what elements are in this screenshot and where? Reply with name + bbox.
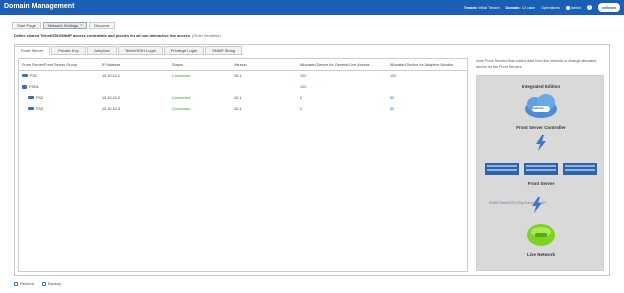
user-name: admin (570, 5, 581, 10)
lightning-icon (532, 197, 542, 213)
app-title: Domain Management (4, 3, 75, 10)
netbrain-logo: netbrain (598, 3, 620, 12)
server-cell: FS1 (18, 70, 98, 81)
backup-icon (42, 281, 47, 286)
server-group-icon (22, 84, 27, 89)
tab-label: Start Page (17, 23, 36, 28)
tab-jumpbox[interactable]: Jumpbox (86, 46, 117, 55)
help-icon[interactable]: ? (587, 5, 592, 10)
general-live-access-cell[interactable]: 100 (296, 70, 386, 81)
adaptive-monitor-cell[interactable]: 50 (386, 92, 468, 103)
tab-privilege-login[interactable]: Privilege Login (163, 46, 205, 55)
table-row[interactable]: FS2 10.10.10.2 Connected 10.1 0 50 (18, 92, 468, 103)
server-name: FSG1 (29, 84, 39, 89)
server-rack-icon (485, 163, 597, 175)
cloud-logo-text: netbrain (532, 106, 544, 110)
table-row[interactable]: FSG1 100 (18, 81, 468, 92)
backup-label: Backup (48, 281, 62, 286)
live-network-label: Live Network (526, 252, 555, 257)
lightning-icon (536, 135, 546, 151)
version-cell: 10.1 (234, 95, 242, 100)
general-live-access-cell[interactable]: 0 (296, 92, 386, 103)
server-name: FS2 (36, 95, 43, 100)
header-right: Tenant: Initial Tenant Domain: 12 case O… (464, 0, 620, 15)
table-row[interactable]: FS3 10.10.10.3 Connected 10.1 0 50 (18, 103, 468, 114)
operations-link[interactable]: Operations (541, 6, 560, 10)
front-server-label: Front Server (527, 181, 555, 186)
tab-snmp-string[interactable]: SNMP String (205, 46, 243, 55)
backup-button[interactable]: Backup (42, 281, 61, 286)
controller-label: Front Server Controller (516, 125, 566, 130)
description-text: Define shared Telnet/SSH/SNMP access cre… (14, 34, 191, 38)
tab-telnet-ssh-login[interactable]: Telnet/SSH Login (117, 46, 163, 55)
adaptive-monitor-cell[interactable]: 50 (386, 103, 468, 114)
server-name: FS3 (36, 106, 43, 111)
version-cell: 10.1 (234, 73, 242, 78)
ip-cell: 10.10.10.3 (102, 106, 120, 111)
ip-cell (98, 81, 168, 92)
ip-cell: 10.10.10.1 (102, 73, 120, 78)
column-header[interactable]: Front Server/Front Server Group (18, 60, 98, 71)
tenant-value: Initial Tenant (478, 5, 500, 10)
server-icon (28, 96, 34, 99)
architecture-diagram: Integrated Edition netbrain Front Server… (476, 75, 604, 271)
adaptive-monitor-cell[interactable]: 100 (386, 70, 468, 81)
close-icon[interactable]: × (80, 23, 82, 28)
table-header-row: Front Server/Front Server Group IP Addre… (18, 60, 468, 71)
server-name: FS1 (30, 73, 37, 78)
tab-label: Network Settings (47, 23, 79, 28)
adaptive-monitor-cell[interactable] (386, 81, 468, 92)
status-cell: Connected (172, 73, 191, 78)
tenant-label: Tenant: (463, 5, 478, 10)
top-bar: Domain Management Tenant: Initial Tenant… (0, 0, 624, 15)
user-menu[interactable]: admin (565, 5, 581, 10)
page-tabs: Start Page Network Settings × Discover (12, 22, 115, 29)
status-cell: Connected (172, 106, 191, 111)
tab-private-key[interactable]: Private Key (51, 46, 86, 55)
user-icon (565, 5, 570, 10)
server-cell: FS3 (18, 103, 98, 114)
general-live-access-cell[interactable]: 0 (296, 103, 386, 114)
tab-network-settings[interactable]: Network Settings × (42, 22, 88, 29)
column-header[interactable]: Status (168, 60, 230, 71)
front-server-table: Front Server/Front Server Group IP Addre… (18, 60, 468, 114)
tab-discover[interactable]: Discover (89, 22, 115, 29)
server-icon (28, 107, 34, 110)
version-cell (230, 81, 296, 92)
diagram-intro: View Front Servers that collect data fro… (476, 59, 597, 69)
column-header[interactable]: IP Address (98, 60, 168, 71)
server-cell: FSG1 (18, 81, 98, 92)
table-row[interactable]: FS1 10.10.10.1 Connected 10.1 100 100 (18, 70, 468, 81)
column-header[interactable]: Version (230, 60, 296, 71)
tab-front-server[interactable]: Front Server (14, 46, 51, 55)
live-network-icon (527, 224, 555, 246)
column-header[interactable]: Allocated Device for Adaptive Monitor (386, 60, 468, 71)
status-cell (168, 81, 230, 92)
description-note: (Order Sensitive) (191, 34, 221, 38)
edition-label: Integrated Edition (521, 84, 561, 89)
restore-button[interactable]: Restore (14, 281, 34, 286)
tab-label: Discover (94, 23, 110, 28)
page-description: Define shared Telnet/SSH/SNMP access cre… (14, 34, 221, 38)
status-cell: Connected (172, 95, 191, 100)
general-live-access-cell[interactable]: 100 (296, 81, 386, 92)
column-header[interactable]: Allocated Device for General Live Access (296, 60, 386, 71)
tenant-info[interactable]: Tenant: Initial Tenant (464, 6, 500, 10)
ip-cell: 10.10.10.2 (102, 95, 120, 100)
domain-info[interactable]: Domain: 12 case (506, 6, 536, 10)
tab-start-page[interactable]: Start Page (12, 22, 41, 29)
server-cell: FS2 (18, 92, 98, 103)
domain-value: 12 case (521, 5, 536, 10)
version-cell: 10.1 (234, 106, 242, 111)
footer-actions: Restore Backup (14, 281, 61, 286)
domain-label: Domain: (505, 5, 521, 10)
settings-tabs: Front Server Private Key Jumpbox Telnet/… (14, 46, 243, 55)
restore-icon (14, 281, 18, 286)
server-icon (22, 74, 28, 78)
restore-label: Restore (20, 281, 35, 286)
